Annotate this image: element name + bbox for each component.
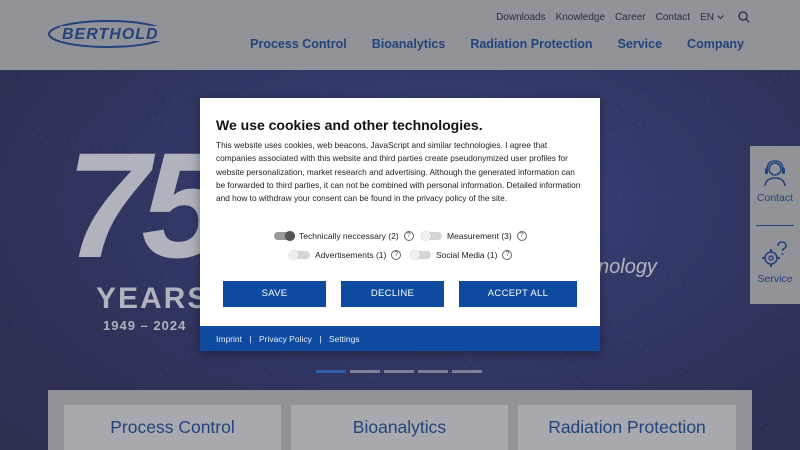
cookie-consent-dialog: We use cookies and other technologies. T…: [200, 98, 600, 351]
top-nav-knowledge[interactable]: Knowledge: [556, 12, 605, 23]
gear-question-icon: [762, 241, 787, 267]
decline-button[interactable]: DECLINE: [341, 281, 444, 307]
main-nav: Process Control Bioanalytics Radiation P…: [250, 37, 744, 51]
nav-bioanalytics[interactable]: Bioanalytics: [372, 37, 446, 51]
anniversary-years-label: YEARS: [96, 282, 210, 315]
cookie-dialog-text: This website uses cookies, web beacons, …: [216, 140, 581, 204]
anniversary-year-range: 1949 – 2024: [103, 318, 187, 333]
help-icon[interactable]: ?: [391, 250, 402, 260]
logo-wordmark: BERTHOLD: [62, 26, 159, 43]
slider-pagination: [316, 370, 482, 373]
option-measurement: Measurement (3) ?: [421, 231, 527, 241]
help-icon[interactable]: ?: [516, 231, 527, 241]
footer-imprint-link[interactable]: Imprint: [216, 334, 242, 344]
nav-company[interactable]: Company: [687, 37, 744, 51]
language-selector[interactable]: EN: [700, 12, 724, 23]
hero-tagline: nology: [598, 256, 657, 278]
side-service[interactable]: Service: [750, 239, 800, 285]
headset-agent-icon: [764, 160, 786, 187]
save-button[interactable]: SAVE: [223, 281, 326, 307]
slider-dot-1[interactable]: [316, 370, 346, 373]
side-service-label: Service: [757, 273, 793, 285]
top-nav-contact[interactable]: Contact: [656, 12, 690, 23]
footer-settings-link[interactable]: Settings: [329, 334, 360, 344]
slider-dot-3[interactable]: [384, 370, 414, 373]
top-utility-nav: Downloads Knowledge Career Contact EN: [496, 11, 750, 23]
anniversary-number: 75: [66, 121, 225, 289]
chevron-down-icon: [717, 14, 724, 19]
top-nav-downloads[interactable]: Downloads: [496, 12, 545, 23]
cookie-dialog-footer: Imprint | Privacy Policy | Settings: [200, 326, 600, 351]
nav-process-control[interactable]: Process Control: [250, 37, 347, 51]
site-header: BERTHOLD Downloads Knowledge Career Cont…: [0, 0, 800, 70]
slider-dot-4[interactable]: [418, 370, 448, 373]
tile-process-control[interactable]: Process Control: [64, 405, 281, 450]
option-label: Technically neccessary (2): [299, 231, 399, 241]
help-icon[interactable]: ?: [502, 250, 513, 260]
search-icon[interactable]: [738, 11, 750, 23]
option-label: Advertisements (1): [315, 250, 387, 260]
tile-radiation-protection[interactable]: Radiation Protection: [518, 405, 736, 450]
toggle-measurement[interactable]: [421, 231, 442, 241]
toggle-social-media[interactable]: [410, 250, 431, 260]
option-technically-necessary: Technically neccessary (2) ?: [274, 231, 414, 241]
footer-privacy-policy-link[interactable]: Privacy Policy: [259, 334, 312, 344]
option-label: Measurement (3): [447, 231, 512, 241]
option-label: Social Media (1): [436, 250, 498, 260]
language-label: EN: [700, 11, 714, 23]
accept-all-button[interactable]: ACCEPT ALL: [459, 281, 577, 307]
nav-radiation-protection[interactable]: Radiation Protection: [470, 37, 592, 51]
option-advertisements: Advertisements (1) ?: [289, 250, 402, 260]
help-icon[interactable]: ?: [403, 231, 414, 241]
toggle-technically-necessary[interactable]: [274, 231, 295, 241]
cookie-dialog-title: We use cookies and other technologies.: [216, 117, 483, 133]
nav-service[interactable]: Service: [618, 37, 662, 51]
toggle-advertisements[interactable]: [289, 250, 310, 260]
tile-bioanalytics[interactable]: Bioanalytics: [291, 405, 508, 450]
side-quick-links: Contact Service: [750, 146, 800, 304]
option-social-media: Social Media (1) ?: [410, 250, 513, 260]
top-nav-career[interactable]: Career: [615, 12, 646, 23]
slider-dot-5[interactable]: [452, 370, 482, 373]
side-contact-label: Contact: [756, 192, 794, 204]
slider-dot-2[interactable]: [350, 370, 380, 373]
side-contact[interactable]: Contact: [750, 158, 800, 204]
